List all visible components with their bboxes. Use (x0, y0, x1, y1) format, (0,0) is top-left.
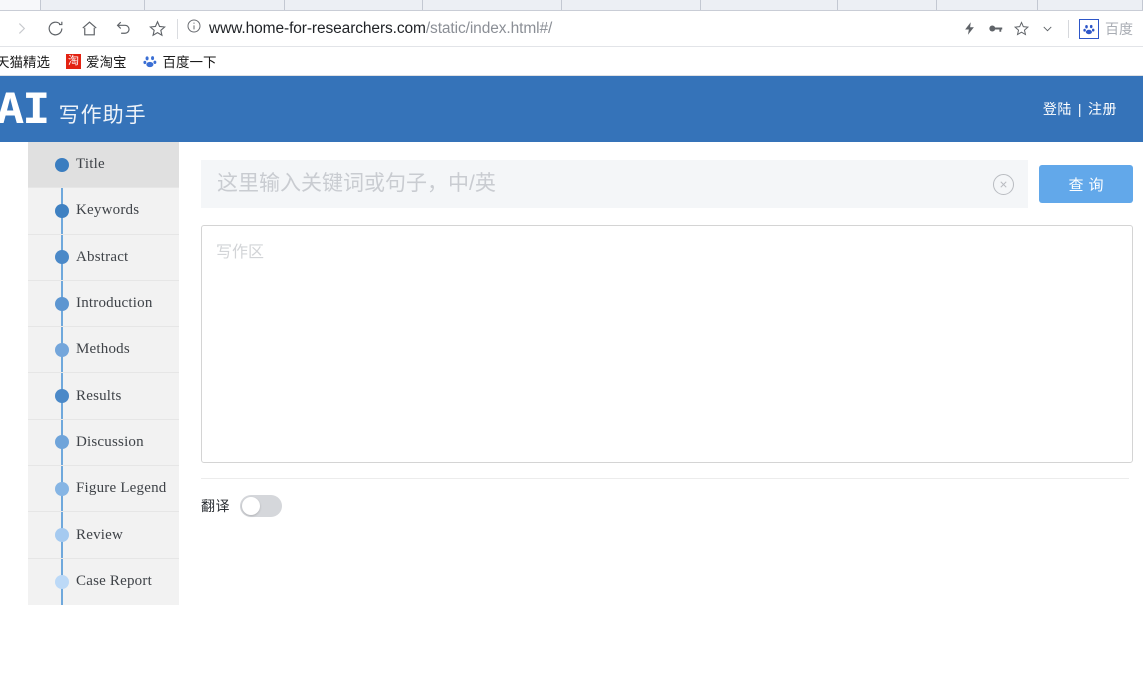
sidebar-item-title[interactable]: Title (28, 142, 179, 189)
home-icon[interactable] (72, 14, 106, 44)
timeline-dot-icon (55, 574, 69, 589)
browser-tab[interactable] (145, 0, 286, 10)
baidu-paw-icon (143, 54, 158, 69)
search-row: 查询 (201, 160, 1133, 208)
translate-toggle-row: 翻译 (201, 495, 1133, 517)
search-button[interactable]: 查询 (1039, 165, 1133, 203)
sidebar-item-keywords[interactable]: Keywords (28, 188, 179, 235)
register-link[interactable]: 注册 (1088, 101, 1117, 117)
url-domain: www.home-for-researchers.com (209, 19, 426, 37)
toolbar-divider (177, 18, 178, 39)
sidebar-item-label: Discussion (76, 433, 144, 450)
bookmark-label: 天猫精选 (0, 55, 50, 70)
search-engine-selector[interactable]: 百度 (1077, 18, 1133, 39)
sidebar-item-label: Title (76, 156, 105, 173)
writing-area-textarea[interactable] (201, 225, 1133, 463)
timeline-dot-icon (55, 481, 69, 496)
sidebar-item-label: Methods (76, 341, 130, 358)
bookmark-baidu[interactable]: 百度一下 (135, 50, 225, 72)
reload-icon[interactable] (38, 14, 72, 44)
baidu-paw-icon (1079, 18, 1099, 39)
toolbar-right-group: 百度 (956, 14, 1139, 44)
clear-circle-icon[interactable] (993, 173, 1014, 195)
taobao-icon: 淘 (66, 53, 81, 69)
browser-tab[interactable] (838, 0, 938, 10)
browser-tab[interactable] (422, 0, 563, 10)
browser-tab[interactable] (285, 0, 423, 10)
sidebar-item-figure-legend[interactable]: Figure Legend (28, 466, 179, 513)
timeline-dot-icon (55, 389, 69, 404)
sidebar-item-label: Review (76, 526, 124, 543)
sidebar-item-label: Figure Legend (76, 480, 167, 497)
browser-tab[interactable] (40, 0, 146, 10)
url-text: www.home-for-researchers.com/static/inde… (209, 20, 552, 38)
toggle-knob (242, 497, 260, 515)
search-input[interactable] (215, 171, 993, 197)
url-path: /static/index.html#/ (425, 19, 553, 37)
timeline-dot-icon (55, 203, 69, 218)
sidebar-item-methods[interactable]: Methods (28, 327, 179, 374)
chevron-down-icon[interactable] (1034, 14, 1060, 44)
info-circle-icon[interactable] (186, 18, 202, 39)
sidebar-item-results[interactable]: Results (28, 373, 179, 420)
timeline-dot-icon (55, 528, 69, 543)
browser-tab[interactable] (562, 0, 701, 10)
sidebar-item-introduction[interactable]: Introduction (28, 281, 179, 328)
browser-tab-strip[interactable] (0, 0, 1143, 11)
toolbar-divider (1068, 19, 1069, 38)
bookmark-label: 爱淘宝 (86, 55, 127, 70)
sidebar-item-label: Results (76, 387, 122, 404)
app-header: AI 写作助手 登陆 | 注册 (0, 76, 1143, 142)
sidebar-item-review[interactable]: Review (28, 512, 179, 559)
section-sidebar: Title Keywords Abstract Introduction Met… (28, 142, 179, 605)
sidebar-item-case-report[interactable]: Case Report (28, 559, 179, 605)
forward-icon[interactable] (4, 14, 38, 44)
translate-label: 翻译 (201, 498, 230, 514)
bookmarks-bar: 天猫精选 淘 爱淘宝 百度一下 (0, 47, 1143, 76)
address-bar[interactable]: www.home-for-researchers.com/static/inde… (185, 14, 956, 44)
sidebar-item-abstract[interactable]: Abstract (28, 235, 179, 281)
timeline-dot-icon (55, 157, 69, 172)
timeline-dot-icon (55, 296, 69, 311)
logo-subtitle: 写作助手 (58, 104, 147, 127)
bookmark-label: 百度一下 (162, 55, 217, 70)
undo-icon[interactable] (106, 14, 140, 44)
main-content: 查询 翻译 (179, 142, 1143, 695)
browser-tab[interactable] (937, 0, 1039, 10)
sidebar-item-label: Introduction (76, 295, 153, 312)
login-link[interactable]: 登陆 (1043, 101, 1072, 117)
browser-tab[interactable] (5, 0, 41, 10)
bookmark-aitaobao[interactable]: 淘 爱淘宝 (58, 50, 135, 72)
browser-toolbar: www.home-for-researchers.com/static/inde… (0, 11, 1143, 47)
bookmark-tmall[interactable]: 天猫精选 (0, 50, 58, 72)
star-outline-icon[interactable] (1008, 14, 1034, 44)
browser-tab[interactable] (1038, 0, 1143, 10)
key-icon[interactable] (982, 14, 1008, 44)
sidebar-item-label: Keywords (76, 202, 140, 219)
brand-logo[interactable]: AI 写作助手 (0, 88, 147, 130)
timeline-dot-icon (55, 435, 69, 450)
logo-ai-text: AI (0, 84, 50, 133)
search-engine-label: 百度 (1105, 20, 1133, 37)
auth-links: 登陆 | 注册 (1043, 99, 1117, 119)
auth-divider: | (1077, 101, 1082, 117)
sidebar-item-discussion[interactable]: Discussion (28, 420, 179, 467)
translate-toggle-switch[interactable] (240, 495, 282, 517)
page-body: Title Keywords Abstract Introduction Met… (0, 142, 1143, 695)
browser-chrome: www.home-for-researchers.com/static/inde… (0, 0, 1143, 76)
sidebar-item-label: Abstract (76, 248, 129, 265)
bookmark-star-icon[interactable] (140, 14, 174, 44)
editor-wrapper (201, 225, 1133, 479)
timeline-dot-icon (55, 342, 69, 357)
content-divider (201, 478, 1129, 479)
search-field-wrapper[interactable] (201, 160, 1028, 208)
timeline-dot-icon (55, 250, 69, 265)
lightning-icon[interactable] (956, 14, 982, 44)
sidebar-item-label: Case Report (76, 573, 152, 590)
browser-tab[interactable] (700, 0, 839, 10)
